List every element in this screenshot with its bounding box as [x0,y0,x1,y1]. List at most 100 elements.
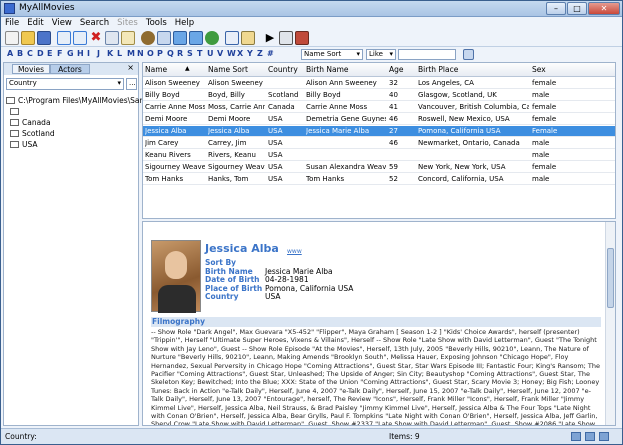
letter-filter[interactable]: R [177,49,183,58]
letter-filter[interactable]: W [227,49,236,58]
menu-sites[interactable]: Sites [113,17,142,29]
table-cell: Alison Ann Sweeney [306,79,377,87]
sort-desc-icon[interactable] [189,31,203,45]
table-cell: female [532,79,557,87]
table-row[interactable]: Jim Carey Carrey, Jim USA 46 Newmarket, Onta… [143,138,615,149]
play-icon[interactable]: ▶ [263,31,277,45]
apply-filter-icon[interactable] [463,49,474,60]
letter-filter[interactable]: X [237,49,243,58]
grid-header: Name Name Sort Country Birth Name Age Birth P… [143,63,615,77]
table-cell: Keanu Rivers [145,151,191,159]
left-tabs: Movies Actors × [4,63,138,75]
layout-icon[interactable] [225,31,239,45]
column-header[interactable]: Birth Name [306,65,349,74]
letter-filter[interactable]: A [7,49,13,58]
group-options-button[interactable]: ... [126,78,137,90]
table-row[interactable]: Alison Sweeney Alison Sweeney Alison Ann S… [143,78,615,89]
table-cell: Rivers, Keanu [208,151,256,159]
search-icon[interactable] [157,31,171,45]
column-header[interactable]: Birth Place [418,65,458,74]
tab-movies[interactable]: Movies [12,64,50,74]
column-header[interactable]: Age [389,65,404,74]
letter-filter[interactable]: L [117,49,122,58]
menu-edit[interactable]: Edit [23,17,47,29]
table-cell: Alison Sweeney [145,79,200,87]
table-row[interactable]: Carrie Anne Moss Moss, Carrie Anne Canada C… [143,102,615,113]
close-button[interactable]: ✕ [588,2,620,15]
open-folder-icon[interactable] [21,31,35,45]
table-cell: Jessica Alba [145,127,187,135]
letter-filter[interactable]: C [27,49,33,58]
new-icon[interactable] [5,31,19,45]
table-row[interactable]: Demi Moore Demi Moore USA Demetria Gene Guy… [143,114,615,125]
sort-asc-icon[interactable] [173,31,187,45]
letter-filter[interactable]: Z [257,49,263,58]
tree-item[interactable]: USA [10,140,38,150]
view-icon[interactable] [571,432,581,441]
save-icon[interactable] [37,31,51,45]
menu-help[interactable]: Help [171,17,198,29]
video-icon[interactable] [279,31,293,45]
column-header[interactable]: Country [268,65,298,74]
delete-icon[interactable]: ✖ [89,31,103,45]
tree-item[interactable] [10,107,22,117]
detail-scrollbar[interactable] [605,222,615,425]
letter-filter[interactable]: J [97,49,100,58]
close-panel-icon[interactable]: × [127,63,134,72]
paste-icon[interactable] [121,31,135,45]
add-record-icon[interactable] [57,31,71,45]
tree-item[interactable]: Scotland [10,129,55,139]
table-cell: Pomona, California USA [418,127,501,135]
refresh-icon[interactable] [205,31,219,45]
letter-filter[interactable]: B [17,49,23,58]
letter-filter[interactable]: H [77,49,84,58]
maximize-button[interactable]: □ [567,2,587,15]
letter-filter[interactable]: U [207,49,214,58]
letter-filter[interactable]: P [157,49,163,58]
table-row[interactable]: Keanu Rivers Rivers, Keanu USA male [143,150,615,161]
menu-view[interactable]: View [48,17,76,29]
view-icon[interactable] [585,432,595,441]
letter-filter[interactable]: E [47,49,52,58]
menu-tools[interactable]: Tools [142,17,171,29]
copy-icon[interactable] [105,31,119,45]
letter-filter[interactable]: # [267,49,274,58]
letter-filter[interactable]: N [137,49,144,58]
minimize-button[interactable]: – [546,2,566,15]
letter-filter[interactable]: K [107,49,113,58]
tab-actors[interactable]: Actors [50,64,90,74]
table-row[interactable]: Jessica Alba Jessica Alba USA Jessica Marie… [143,126,615,137]
filter-operator-select[interactable]: Like ▾ [366,49,396,60]
letter-filter[interactable]: T [197,49,202,58]
table-row[interactable]: Sigourney WeaverSigourney WeaverUSASusan… [143,162,615,173]
table-cell: male [532,151,550,159]
letter-filter[interactable]: O [147,49,154,58]
letter-filter[interactable]: Q [167,49,174,58]
column-header[interactable]: Name [145,65,167,74]
letter-filter[interactable]: D [37,49,44,58]
letter-filter[interactable]: F [57,49,62,58]
letter-filter[interactable]: V [217,49,223,58]
table-row[interactable]: Tom Hanks Hanks, Tom USA Tom Hanks 52 Concord… [143,174,615,185]
letter-filter[interactable]: M [127,49,135,58]
edit-record-icon[interactable] [73,31,87,45]
details-view-icon[interactable] [241,31,255,45]
actor-website-link[interactable]: www [287,248,302,255]
title-bar[interactable]: MyAllMovies – □ ✕ [1,1,622,17]
letter-filter[interactable]: I [87,49,90,58]
filter-value-input[interactable] [398,49,456,60]
tree-item[interactable]: Canada [10,118,51,128]
film-strip-icon[interactable] [295,31,309,45]
letter-filter[interactable]: S [187,49,193,58]
column-header[interactable]: Name Sort [208,65,248,74]
letter-filter[interactable]: G [67,49,74,58]
find-icon[interactable] [141,31,155,45]
view-icon[interactable] [599,432,609,441]
filter-field-select[interactable]: Name Sort ▾ [301,49,363,60]
menu-search[interactable]: Search [76,17,113,29]
letter-filter[interactable]: Y [247,49,253,58]
menu-file[interactable]: File [1,17,23,29]
column-header[interactable]: Sex [532,65,546,74]
table-row[interactable]: Billy Boyd Boyd, Billy Scotland Billy Boyd 4… [143,90,615,101]
group-by-select[interactable]: Country ▾ [6,78,124,90]
